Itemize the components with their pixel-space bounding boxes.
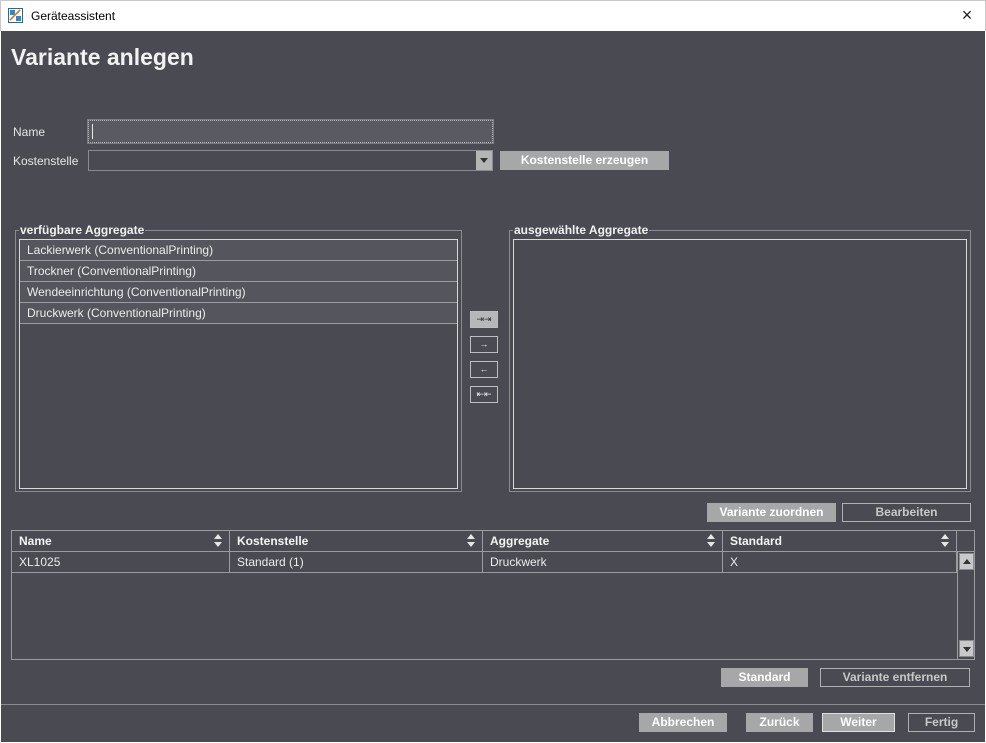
- column-header-standard[interactable]: Standard: [723, 531, 957, 552]
- window-titlebar: [0, 0, 986, 31]
- column-header-label: Aggregate: [490, 534, 550, 548]
- kostenstelle-erzeugen-button[interactable]: Kostenstelle erzeugen: [500, 151, 669, 170]
- list-item[interactable]: Trockner (ConventionalPrinting): [20, 261, 457, 282]
- double-arrow-right-icon: ⇥⇥: [476, 314, 492, 324]
- column-header-label: Kostenstelle: [237, 534, 309, 548]
- table-cell[interactable]: Druckwerk: [483, 552, 723, 573]
- name-input[interactable]: [87, 119, 494, 144]
- footer-divider: [1, 704, 985, 705]
- app-icon: [8, 8, 23, 23]
- arrow-left-icon: ←: [479, 364, 489, 374]
- column-header-aggregate[interactable]: Aggregate: [483, 531, 723, 552]
- add-button[interactable]: →: [470, 336, 498, 353]
- variante-zuordnen-button[interactable]: Variante zuordnen: [707, 503, 836, 522]
- variants-table: Name Kostenstelle Aggregate Standard XL1…: [11, 530, 975, 660]
- page-title: Variante anlegen: [11, 44, 194, 70]
- scroll-up-icon[interactable]: [959, 553, 974, 570]
- sort-arrows-icon[interactable]: [467, 534, 476, 548]
- scroll-down-icon[interactable]: [959, 640, 974, 657]
- table-cell[interactable]: X: [723, 552, 957, 573]
- cancel-button[interactable]: Abbrechen: [639, 713, 727, 732]
- remove-all-button[interactable]: ⇤⇤: [470, 386, 498, 403]
- list-item[interactable]: Lackierwerk (ConventionalPrinting): [20, 240, 457, 261]
- selected-aggregates-list[interactable]: [513, 239, 967, 489]
- table-cell[interactable]: Standard (1): [230, 552, 483, 573]
- kostenstelle-label: Kostenstelle: [13, 154, 79, 168]
- double-arrow-left-icon: ⇤⇤: [476, 389, 492, 399]
- sort-arrows-icon[interactable]: [707, 534, 716, 548]
- sort-arrows-icon[interactable]: [941, 534, 950, 548]
- column-header-name[interactable]: Name: [12, 531, 230, 552]
- add-all-button[interactable]: ⇥⇥: [470, 311, 498, 328]
- back-button[interactable]: Zurück: [746, 713, 813, 732]
- available-aggregates-list[interactable]: Lackierwerk (ConventionalPrinting) Trock…: [19, 239, 458, 489]
- name-label: Name: [13, 125, 46, 139]
- table-scrollbar[interactable]: [957, 552, 974, 659]
- remove-button[interactable]: ←: [470, 361, 498, 378]
- kostenstelle-select[interactable]: [88, 150, 493, 171]
- sort-arrows-icon[interactable]: [214, 534, 223, 548]
- table-corner: [957, 531, 974, 552]
- column-header-label: Standard: [730, 534, 783, 548]
- column-header-label: Name: [19, 534, 52, 548]
- list-item[interactable]: Wendeeinrichtung (ConventionalPrinting): [20, 282, 457, 303]
- selected-aggregates-title: ausgewählte Aggregate: [513, 223, 650, 237]
- finish-button[interactable]: Fertig: [908, 713, 975, 732]
- standard-button[interactable]: Standard: [721, 668, 808, 687]
- list-item[interactable]: Druckwerk (ConventionalPrinting): [20, 303, 457, 324]
- window-title: Geräteassistent: [31, 9, 116, 23]
- bearbeiten-button[interactable]: Bearbeiten: [842, 503, 971, 522]
- arrow-right-icon: →: [479, 339, 489, 349]
- column-header-kostenstelle[interactable]: Kostenstelle: [230, 531, 483, 552]
- available-aggregates-title: verfügbare Aggregate: [19, 223, 146, 237]
- text-caret: [92, 124, 93, 139]
- close-icon[interactable]: ×: [952, 4, 982, 28]
- variante-entfernen-button[interactable]: Variante entfernen: [820, 668, 970, 687]
- next-button[interactable]: Weiter: [822, 713, 895, 732]
- chevron-down-icon[interactable]: [476, 151, 492, 170]
- table-cell[interactable]: XL1025: [12, 552, 230, 573]
